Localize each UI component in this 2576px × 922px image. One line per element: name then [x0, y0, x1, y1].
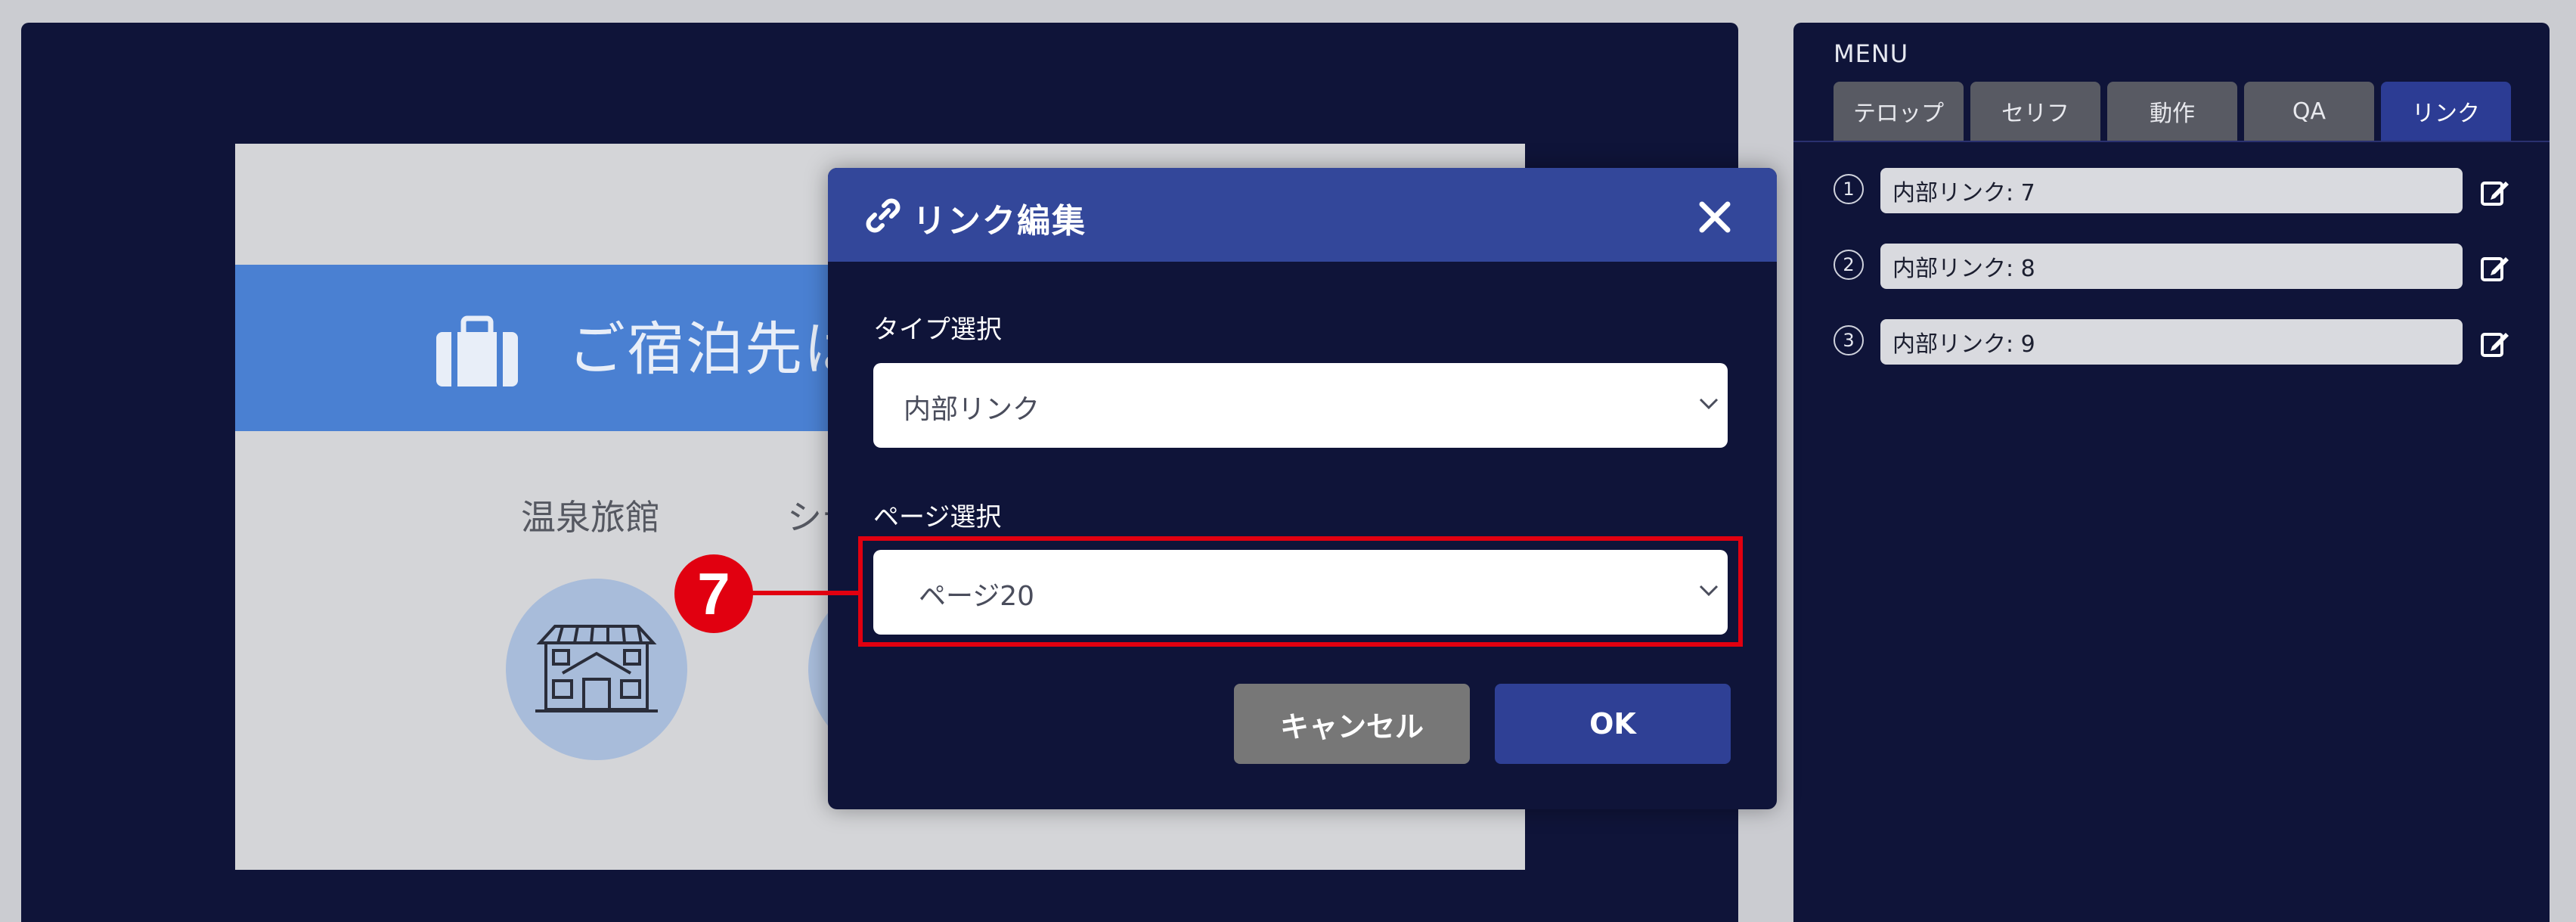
menu-title: MENU: [1834, 39, 1909, 68]
edit-icon[interactable]: [2480, 328, 2510, 359]
chevron-down-icon: [1699, 585, 1719, 597]
link-edit-dialog: リンク編集 タイプ選択 内部リンク ページ選択 ページ20 キャンセル OK: [828, 168, 1777, 809]
link-field[interactable]: 内部リンク: 8: [1880, 244, 2463, 289]
callout-badge: 7: [674, 554, 753, 633]
callout-line: [749, 591, 862, 595]
edit-icon[interactable]: [2480, 253, 2510, 283]
link-icon: [866, 198, 901, 233]
tab-telop[interactable]: テロップ: [1834, 82, 1964, 141]
dialog-title: リンク編集: [913, 202, 1087, 241]
link-item: 3 内部リンク: 9: [1834, 319, 2514, 365]
type-select-value: 内部リンク: [904, 394, 1040, 425]
ok-button[interactable]: OK: [1495, 684, 1731, 764]
type-select-label: タイプ選択: [873, 315, 1002, 345]
category-label-ryokan: 温泉旅館: [521, 497, 660, 538]
link-field[interactable]: 内部リンク: 7: [1880, 168, 2463, 213]
link-item: 2 内部リンク: 8: [1834, 244, 2514, 289]
tab-link[interactable]: リンク: [2381, 82, 2511, 141]
link-number: 2: [1834, 250, 1864, 280]
close-icon[interactable]: [1696, 198, 1734, 236]
dialog-header: リンク編集: [828, 168, 1777, 262]
page-select-label: ページ選択: [873, 502, 1002, 532]
page-select[interactable]: ページ20: [873, 550, 1728, 635]
category-ryokan[interactable]: [506, 579, 687, 760]
edit-icon[interactable]: [2480, 177, 2510, 207]
tab-serifu[interactable]: セリフ: [1970, 82, 2100, 141]
tabs-divider: [1793, 141, 2550, 142]
chevron-down-icon: [1699, 398, 1719, 410]
link-item: 1 内部リンク: 7: [1834, 168, 2514, 213]
menu-panel: MENU テロップ セリフ 動作 QA リンク 1 内部リンク: 7 2 内部リ…: [1793, 23, 2550, 922]
type-select[interactable]: 内部リンク: [873, 363, 1728, 448]
japanese-inn-icon: [535, 625, 658, 712]
tab-qa[interactable]: QA: [2244, 82, 2374, 141]
page-select-value: ページ20: [919, 581, 1035, 612]
menu-tabs: テロップ セリフ 動作 QA リンク: [1834, 82, 2511, 141]
cancel-button[interactable]: キャンセル: [1234, 684, 1470, 764]
link-field[interactable]: 内部リンク: 9: [1880, 319, 2463, 365]
suitcase-icon: [436, 315, 518, 386]
link-number: 3: [1834, 325, 1864, 355]
banner-heading: ご宿泊先は: [568, 315, 863, 383]
tab-dousa[interactable]: 動作: [2107, 82, 2237, 141]
link-number: 1: [1834, 174, 1864, 204]
